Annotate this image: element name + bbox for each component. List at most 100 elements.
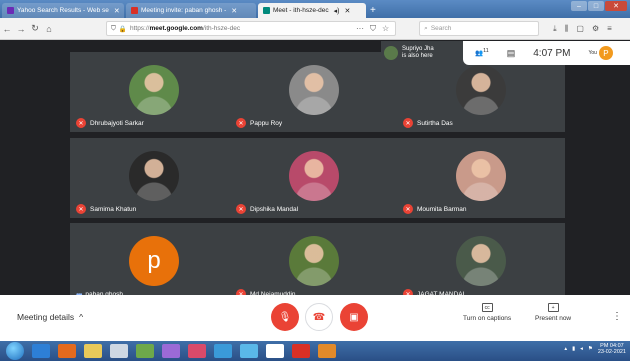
people-button[interactable]: 👥11 (475, 48, 489, 57)
mic-off-icon: ✕ (403, 204, 413, 214)
menu-icon[interactable]: ≡ (607, 24, 612, 34)
participant-tile[interactable]: ✕ Moumita Barman (397, 138, 565, 218)
flag-icon[interactable]: ⚑ (588, 346, 593, 352)
tab-yahoo[interactable]: Yahoo Search Results - Web se ✕ (2, 3, 124, 18)
meeting-time: 4:07 PM (533, 47, 571, 59)
meeting-details-button[interactable]: Meeting details ^ (17, 312, 83, 322)
present-icon: + (547, 303, 559, 312)
participant-label: ✕ Sutirtha Das (403, 118, 453, 128)
window-controls: – □ ✕ (571, 1, 627, 11)
mic-off-icon: ✕ (236, 204, 246, 214)
system-tray: ▴ ▮ ◂ ⚑ PM 04:07 23-02-2021 (564, 343, 626, 355)
sidebar-icon[interactable]: ▢ (576, 24, 584, 34)
tab-meet[interactable]: Meet - ith-hsze-dec ◂) ✕ (258, 3, 366, 18)
camera-toggle-button[interactable]: ▣ (340, 303, 368, 331)
mic-off-icon: 🎙 (278, 311, 292, 323)
close-window-button[interactable]: ✕ (605, 1, 627, 11)
captions-label: Turn on captions (463, 315, 512, 322)
minimize-button[interactable]: – (571, 1, 587, 11)
media-icon[interactable] (58, 344, 76, 358)
participant-tile[interactable]: ✕JAGAT MANDAL (397, 223, 565, 303)
back-icon[interactable]: ← (0, 24, 14, 34)
volume-icon[interactable]: ◂ (580, 346, 583, 352)
participant-tile[interactable]: ✕ Samima Khatun (70, 138, 238, 218)
library-icon[interactable]: ⫼ (565, 24, 569, 34)
you-label: You (588, 50, 597, 56)
avatar: p (129, 236, 179, 286)
meeting-details-label: Meeting details (17, 312, 75, 322)
participant-name: Dipshika Mandal (250, 205, 299, 213)
maximize-button[interactable]: □ (588, 1, 604, 11)
document-icon[interactable] (110, 344, 128, 358)
clock[interactable]: PM 04:07 23-02-2021 (598, 343, 626, 355)
shield-icon: ⛉ (111, 24, 116, 32)
join-notification: Supriyo Jha is also here (381, 41, 463, 65)
folder-icon[interactable] (84, 344, 102, 358)
meet-top-bar: 👥11 ▤ 4:07 PM You P (463, 41, 630, 65)
participant-label: ✕ Dipshika Mandal (236, 204, 298, 214)
participant-tile[interactable]: ✕ Pappu Roy (230, 52, 398, 132)
tab-gmail[interactable]: Meeting invite: paban ghosh - ✕ (126, 3, 256, 18)
address-bar-row: ← → ↻ ⌂ ⛉ 🔒 https://meet.google.com/ith-… (0, 18, 630, 40)
firefox-icon[interactable] (318, 344, 336, 358)
forward-icon[interactable]: → (14, 24, 28, 34)
leave-call-button[interactable]: ☎ (305, 303, 333, 331)
start-button[interactable] (6, 342, 24, 360)
search-placeholder: Search (430, 25, 452, 32)
close-icon[interactable]: ✕ (231, 7, 237, 15)
captions-button[interactable]: cc Turn on captions (463, 303, 511, 322)
pdf-icon[interactable] (292, 344, 310, 358)
page-actions-icon[interactable]: ··· (356, 24, 364, 33)
participant-tile[interactable]: ✕ Dipshika Mandal (230, 138, 398, 218)
skype-icon[interactable] (240, 344, 258, 358)
extension-icon[interactable]: ⚙ (592, 24, 599, 34)
close-icon[interactable]: ✕ (345, 7, 351, 15)
download-icon[interactable]: ⤓ (553, 24, 557, 34)
bookmark-star-icon[interactable]: ☆ (382, 24, 389, 33)
hang-up-icon: ☎ (312, 311, 326, 323)
url-path: /ith-hsze-dec (202, 25, 241, 32)
avatar (289, 151, 339, 201)
paint-icon[interactable] (162, 344, 180, 358)
pocket-icon[interactable]: ⛉ (370, 24, 376, 34)
chevron-up-icon: ^ (79, 312, 84, 322)
chat-icon[interactable]: ▤ (507, 48, 516, 59)
participant-tile[interactable]: ✕ Dhrubajyoti Sarkar (70, 52, 238, 132)
ie-icon[interactable] (32, 344, 50, 358)
notification-text: Supriyo Jha is also here (402, 46, 434, 60)
new-tab-button[interactable]: + (370, 3, 376, 18)
network-icon[interactable]: ▮ (572, 346, 575, 352)
more-options-icon[interactable]: ⋮ (612, 311, 622, 322)
notification-name: Supriyo Jha (402, 46, 434, 53)
present-button[interactable]: + Present now (535, 303, 571, 322)
participant-tile[interactable]: p•••paban ghosh (70, 223, 238, 303)
mic-off-icon: ✕ (76, 204, 86, 214)
close-icon[interactable]: ✕ (114, 7, 120, 15)
url-text: https://meet.google.com/ith-hsze-dec (130, 25, 240, 32)
participant-name: Samima Khatun (90, 205, 137, 213)
search-input[interactable]: ⌕ Search (419, 21, 540, 36)
calculator-icon[interactable] (188, 344, 206, 358)
avatar: P (598, 46, 613, 60)
lock-icon: 🔒 (118, 25, 127, 33)
reload-icon[interactable]: ↻ (28, 23, 42, 34)
url-bar[interactable]: ⛉ 🔒 https://meet.google.com/ith-hsze-dec (106, 21, 396, 36)
home-icon[interactable]: ⌂ (42, 24, 56, 34)
tab-label: Yahoo Search Results - Web se (17, 7, 109, 14)
url-prefix: https:// (129, 25, 150, 32)
participant-tile[interactable]: ✕Md Nejamuddin (230, 223, 398, 303)
participant-label: ✕ Dhrubajyoti Sarkar (76, 118, 144, 128)
k7-icon[interactable] (266, 344, 284, 358)
mail-icon[interactable] (214, 344, 232, 358)
speaker-icon[interactable]: ◂) (334, 7, 340, 15)
taskbar: ▴ ▮ ◂ ⚑ PM 04:07 23-02-2021 (0, 341, 630, 361)
mic-off-icon: ✕ (236, 118, 246, 128)
mic-toggle-button[interactable]: 🎙 (271, 303, 299, 331)
chevron-up-icon[interactable]: ▴ (564, 346, 567, 352)
notification-message: is also here (402, 53, 433, 59)
self-view[interactable]: You P (588, 46, 613, 60)
app-icon[interactable] (136, 344, 154, 358)
clock-date: 23-02-2021 (597, 349, 626, 356)
captions-icon: cc (481, 303, 493, 312)
meet-icon (263, 7, 270, 14)
